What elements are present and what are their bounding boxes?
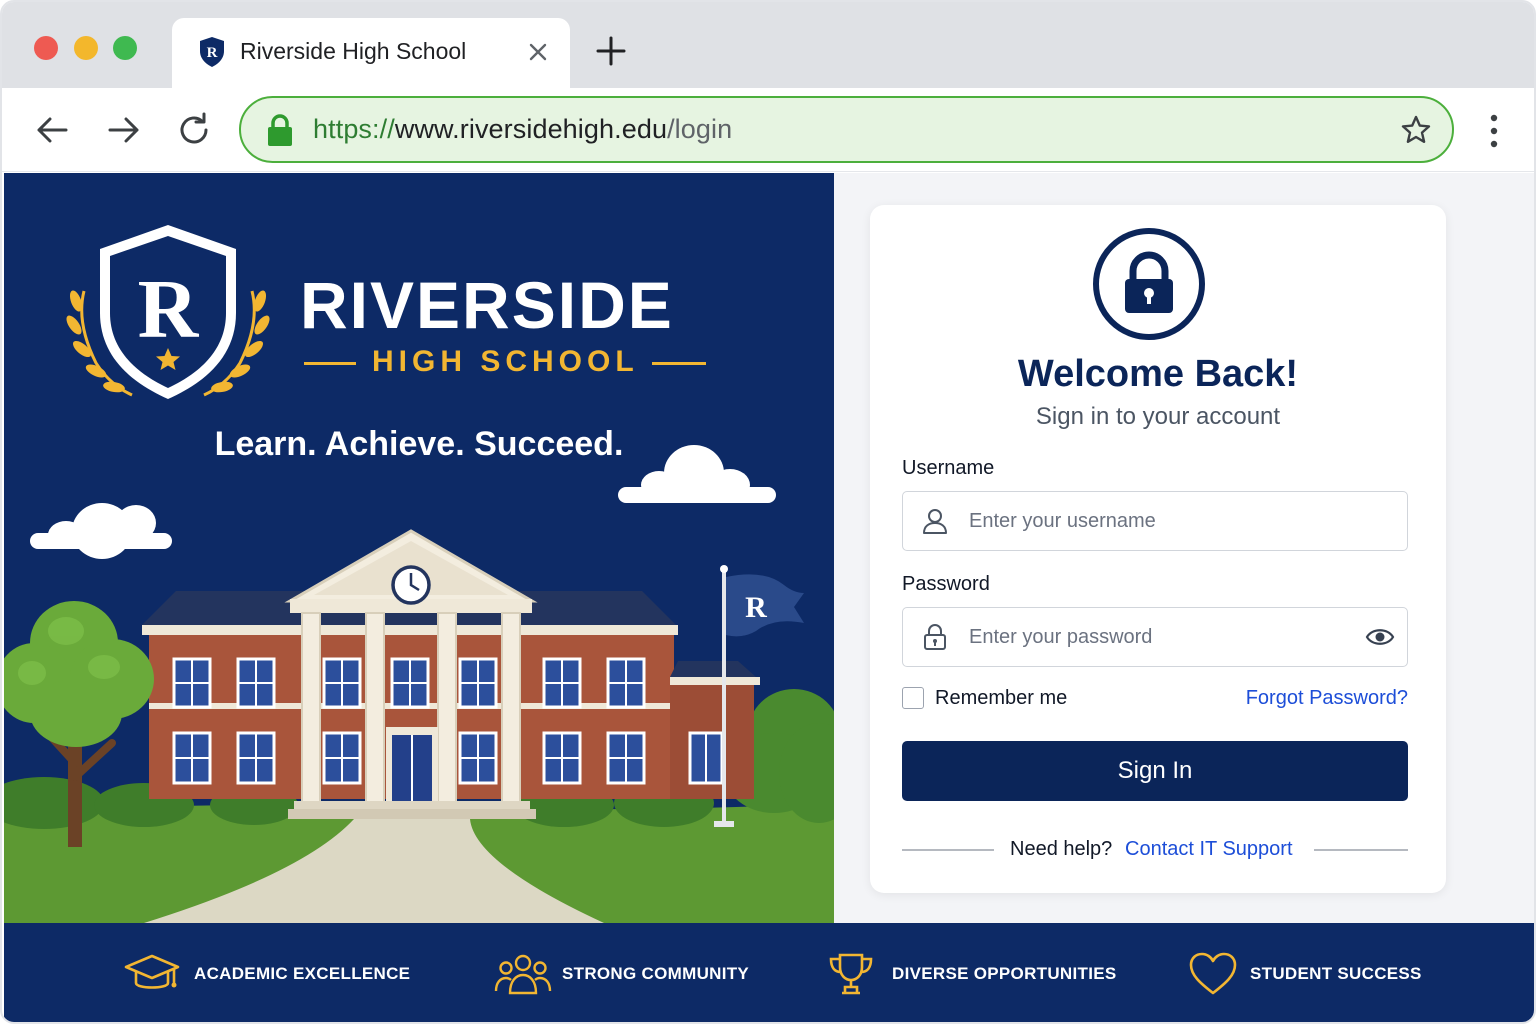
- signin-subtitle: Sign in to your account: [1035, 403, 1281, 430]
- shield-favicon-icon: R: [200, 37, 224, 67]
- reload-icon[interactable]: [174, 110, 214, 150]
- back-arrow-icon[interactable]: [32, 110, 72, 150]
- maximize-window-button[interactable]: [113, 36, 137, 60]
- sign-in-button[interactable]: Sign In: [902, 741, 1408, 801]
- tab-title: Riverside High School: [240, 38, 467, 64]
- feature-diverse-opportunities: DIVERSE OPPORTUNITIES: [826, 951, 1116, 997]
- graduation-cap-icon: [124, 954, 180, 989]
- new-tab-icon[interactable]: [594, 34, 628, 68]
- heart-icon: [1189, 952, 1237, 995]
- svg-text:R: R: [745, 591, 767, 624]
- forward-arrow-icon[interactable]: [104, 110, 144, 150]
- features-footer: ACADEMIC EXCELLENCE STRONG COMMUNITY DIV…: [4, 923, 1534, 1022]
- secure-lock-icon: [268, 114, 292, 146]
- trophy-icon: [829, 953, 873, 995]
- login-panel: Welcome Back! Sign in to your account Us…: [834, 173, 1534, 923]
- contact-it-support-link[interactable]: Contact IT Support: [1125, 838, 1293, 861]
- show-password-eye-icon[interactable]: [1365, 624, 1395, 650]
- tab-riverside[interactable]: R Riverside High School: [172, 18, 570, 88]
- username-label: Username: [902, 457, 995, 479]
- close-window-button[interactable]: [34, 36, 58, 60]
- feature-label: DIVERSE OPPORTUNITIES: [892, 964, 1117, 983]
- tagline: Learn. Achieve. Succeed.: [214, 425, 624, 463]
- browser-toolbar: https://www.riversidehigh.edu/login: [2, 88, 1534, 172]
- password-placeholder: Enter your password: [969, 626, 1153, 648]
- feature-academic-excellence: ACADEMIC EXCELLENCE: [122, 951, 412, 997]
- address-bar[interactable]: https://www.riversidehigh.edu/login: [239, 96, 1454, 163]
- hero-banner: R R RIVERSIDE HIGH SCHOOL Learn. Achieve…: [4, 173, 834, 923]
- feature-label: STRONG COMMUNITY: [562, 964, 750, 983]
- people-icon: [494, 954, 552, 995]
- feature-student-success: STUDENT SUCCESS: [1188, 951, 1428, 997]
- svg-text:R: R: [207, 45, 218, 61]
- school-crest-icon: R: [66, 225, 270, 399]
- more-menu-icon[interactable]: [1482, 112, 1506, 150]
- close-tab-icon[interactable]: [526, 40, 550, 64]
- tab-strip: R Riverside High School: [2, 2, 1534, 88]
- divider-right: [1314, 849, 1408, 851]
- feature-label: STUDENT SUCCESS: [1250, 964, 1422, 983]
- padlock-icon: [924, 624, 946, 650]
- url-text[interactable]: https://www.riversidehigh.edu/login: [313, 114, 732, 145]
- school-name: RIVERSIDE: [300, 268, 674, 342]
- feature-strong-community: STRONG COMMUNITY: [494, 951, 754, 997]
- user-icon: [923, 509, 947, 534]
- lock-icon: [1093, 228, 1205, 340]
- divider-left: [902, 849, 994, 851]
- svg-text:R: R: [138, 263, 200, 356]
- need-help-text: Need help?: [1010, 838, 1113, 860]
- username-placeholder: Enter your username: [969, 510, 1156, 532]
- welcome-heading: Welcome Back!: [1017, 353, 1299, 395]
- password-input[interactable]: Enter your password: [902, 607, 1408, 667]
- remember-me-label[interactable]: Remember me: [935, 687, 1067, 710]
- password-label: Password: [902, 573, 990, 595]
- browser-window: R Riverside High School https://www.rive…: [0, 0, 1536, 1024]
- feature-label: ACADEMIC EXCELLENCE: [194, 964, 411, 983]
- bookmark-star-icon[interactable]: [1400, 114, 1432, 146]
- remember-me-checkbox[interactable]: [902, 687, 924, 709]
- forgot-password-link[interactable]: Forgot Password?: [1246, 687, 1408, 710]
- username-input[interactable]: Enter your username: [902, 491, 1408, 551]
- school-subtitle: HIGH SCHOOL: [372, 345, 639, 378]
- minimize-window-button[interactable]: [74, 36, 98, 60]
- login-card: Welcome Back! Sign in to your account Us…: [870, 205, 1446, 893]
